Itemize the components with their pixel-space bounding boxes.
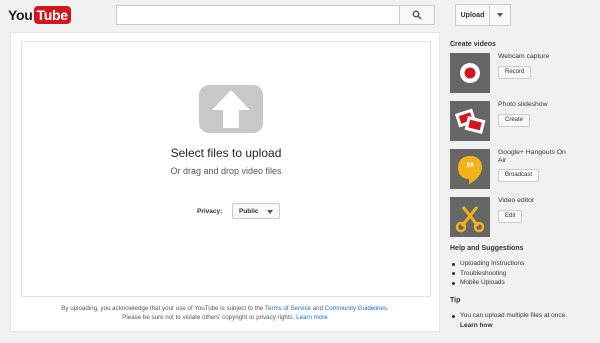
search-input[interactable] [116, 5, 400, 25]
upload-button[interactable]: Upload [455, 4, 490, 26]
scissors-icon[interactable] [450, 197, 490, 237]
terms-text-prefix: By uploading, you acknowledge that your … [61, 305, 265, 312]
help-list: Uploading Instructions Troubleshooting M… [450, 259, 524, 288]
tool-name[interactable]: Video editor [498, 197, 588, 205]
help-link-uploading-instructions[interactable]: Uploading Instructions [450, 259, 524, 269]
drag-drop-hint: Or drag and drop video files [170, 166, 282, 176]
file-dropzone[interactable]: Select files to upload Or drag and drop … [21, 41, 431, 297]
help-link-troubleshooting[interactable]: Troubleshooting [450, 269, 524, 279]
learn-more-link[interactable]: Learn more [296, 314, 328, 321]
search-button[interactable] [399, 5, 435, 25]
hangouts-icon[interactable]: ” [450, 149, 490, 189]
logo-you-text: You [8, 7, 33, 23]
community-guidelines-link[interactable]: Community Guidelines [325, 305, 387, 312]
create-videos-heading: Create videos [450, 41, 496, 48]
photo-slideshow-icon[interactable] [450, 101, 490, 141]
search-icon [412, 10, 422, 20]
tool-name[interactable]: Google+ Hangouts On Air [498, 149, 568, 165]
tool-hangouts-on-air: ” Google+ Hangouts On Air Broadcast [450, 149, 596, 189]
logo-tube-text: Tube [33, 6, 71, 24]
privacy-label: Privacy: [197, 208, 223, 215]
help-heading: Help and Suggestions [450, 245, 524, 252]
create-button[interactable]: Create [498, 114, 531, 127]
record-button[interactable]: Record [498, 66, 532, 79]
svg-text:”: ” [466, 160, 474, 177]
terms-of-service-link[interactable]: Terms of Service [265, 305, 311, 312]
copyright-notice: Please be sure not to violate others' co… [122, 313, 297, 321]
tip-text: You can upload multiple files at once. [450, 311, 567, 321]
chevron-down-icon [267, 210, 273, 214]
youtube-logo[interactable]: You Tube [8, 5, 71, 25]
webcam-record-icon[interactable] [450, 53, 490, 93]
terms-text-suffix: . [387, 305, 389, 312]
tip-heading: Tip [450, 297, 461, 304]
help-link-mobile-uploads[interactable]: Mobile Uploads [450, 278, 524, 288]
top-header: You Tube Upload [0, 0, 600, 30]
privacy-select[interactable]: Public [232, 203, 280, 219]
broadcast-button[interactable]: Broadcast [498, 169, 540, 182]
terms-text-and: and [310, 305, 325, 312]
upload-button-label: Upload [460, 11, 485, 19]
terms-notice: By uploading, you acknowledge that your … [21, 305, 429, 322]
tool-photo-slideshow: Photo slideshow Create [450, 101, 596, 141]
select-files-title[interactable]: Select files to upload [22, 146, 430, 160]
edit-button[interactable]: Edit [498, 210, 523, 223]
tool-webcam-capture: Webcam capture Record [450, 53, 596, 93]
tip-list: You can upload multiple files at once. [450, 311, 567, 321]
learn-how-link[interactable]: Learn how [460, 322, 493, 329]
privacy-value: Public [239, 207, 259, 215]
upload-panel: Select files to upload Or drag and drop … [10, 32, 440, 332]
tool-video-editor: Video editor Edit [450, 197, 596, 237]
tool-name[interactable]: Photo slideshow [498, 101, 588, 109]
upload-arrow-icon[interactable] [198, 84, 264, 134]
upload-menu-button[interactable] [489, 4, 511, 26]
chevron-down-icon [497, 13, 503, 17]
tool-name[interactable]: Webcam capture [498, 53, 588, 61]
